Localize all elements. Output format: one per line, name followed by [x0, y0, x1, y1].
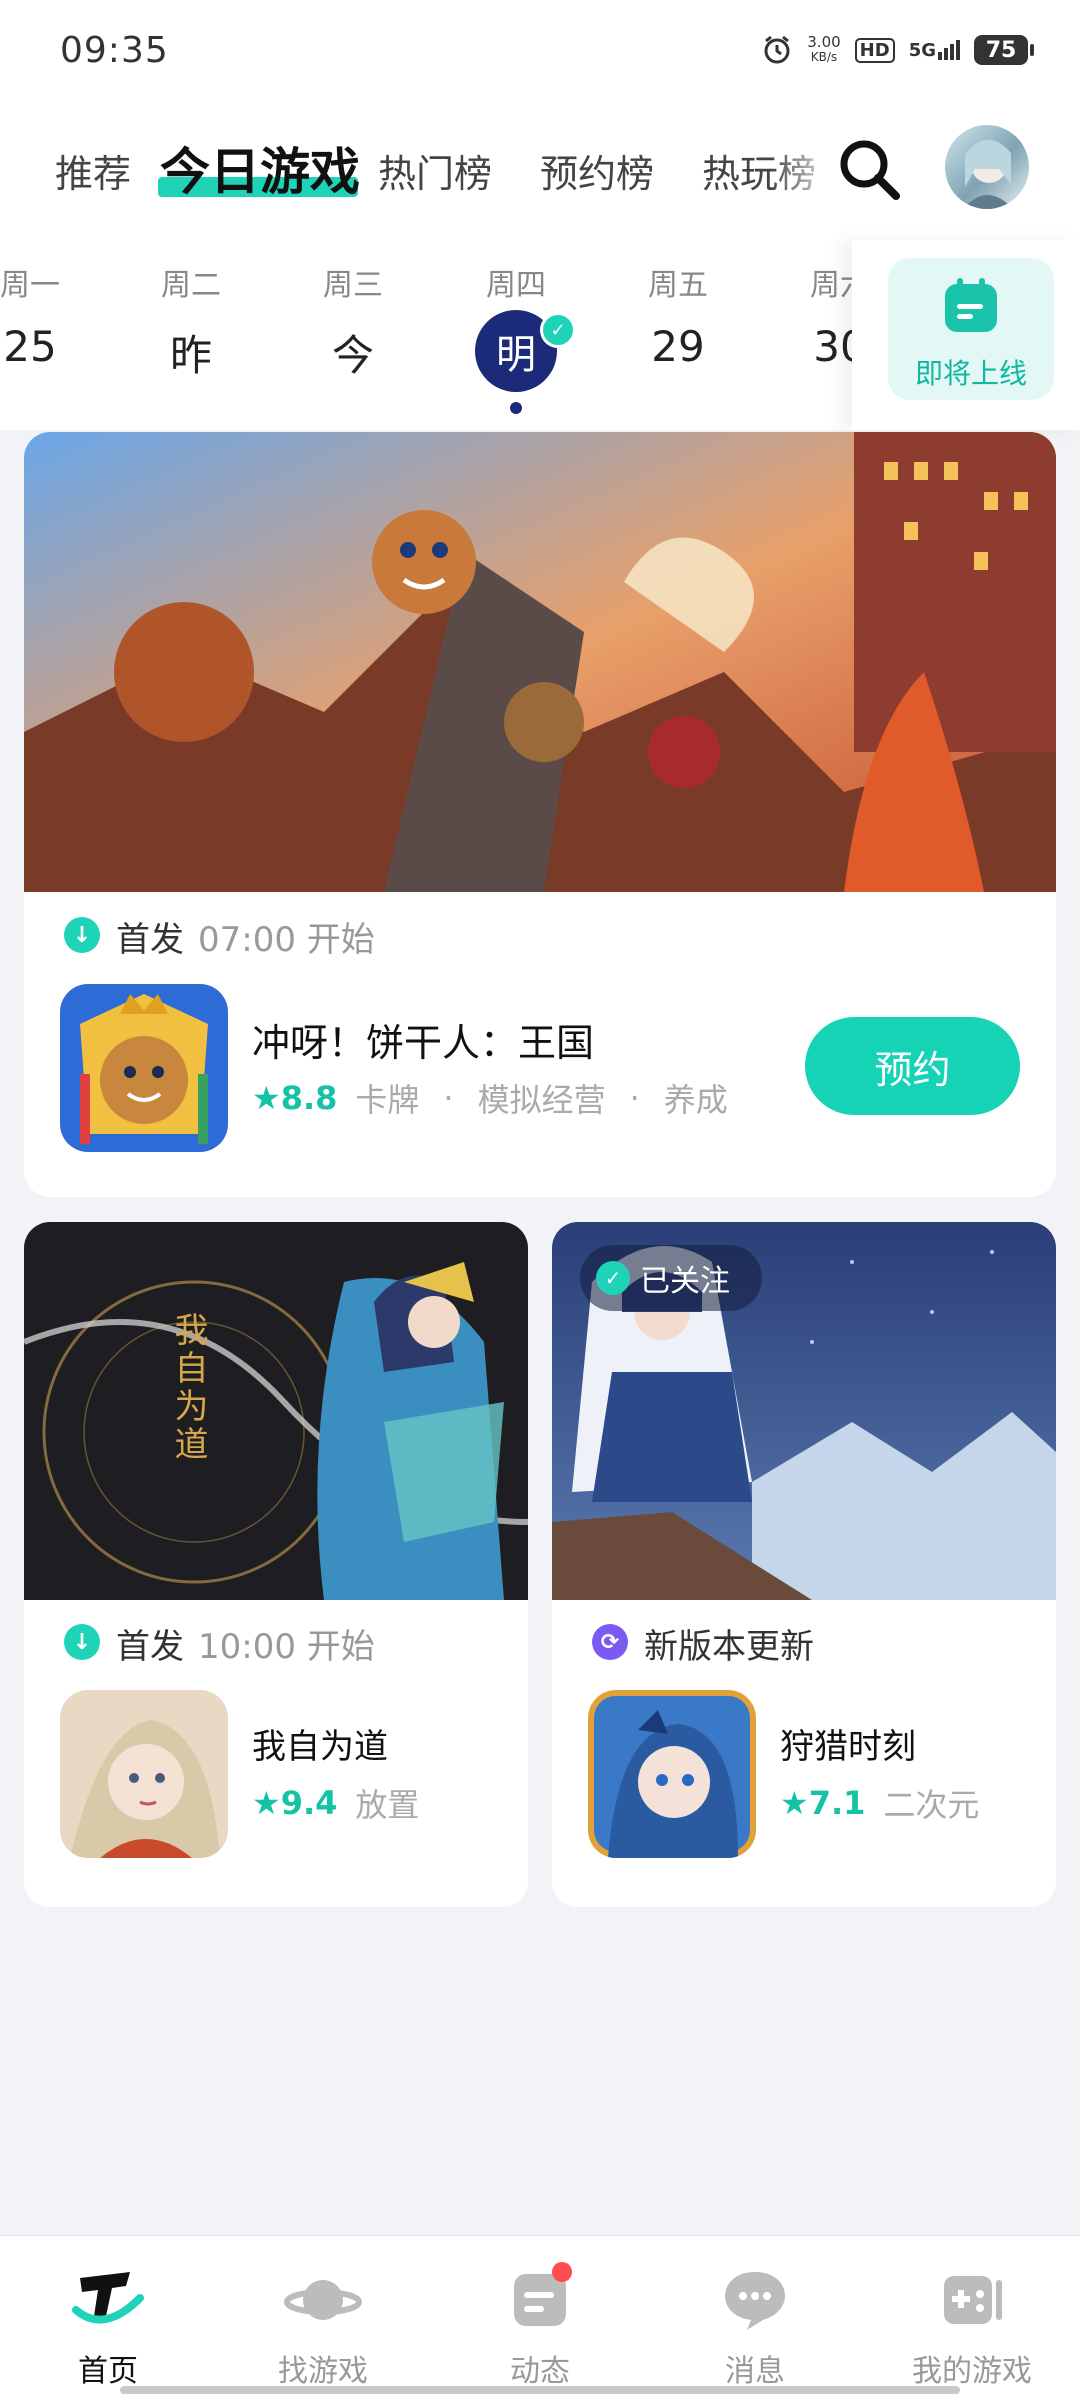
tab-reserve-chart[interactable]: 预约榜 [540, 143, 654, 198]
game-rating: 7.1 [808, 1784, 866, 1822]
check-icon: ✓ [540, 312, 576, 348]
tab-recommend[interactable]: 推荐 [55, 143, 131, 198]
day-tue[interactable]: 昨 [146, 322, 236, 383]
game-meta: ★ 9.4 放置 [252, 1780, 419, 1826]
day-name-wed: 周三 [323, 268, 383, 303]
search-button[interactable] [830, 130, 910, 210]
followed-label: 已关注 [640, 1264, 730, 1299]
separator-dot: · [629, 1079, 640, 1117]
star-icon: ★ [780, 1784, 809, 1822]
download-icon: ↓ [64, 917, 100, 953]
featured-tag-time: 07:00 开始 [198, 920, 375, 960]
day-fri[interactable]: 29 [633, 322, 723, 371]
card-tag: 首发 [116, 1627, 184, 1667]
planet-icon [284, 2280, 362, 2320]
nav-activity[interactable]: 动态 [470, 2262, 610, 2390]
battery-icon: 75 [974, 35, 1034, 65]
selected-day-dot [510, 402, 522, 414]
featured-category: 养成 [663, 1081, 728, 1119]
featured-game-name[interactable]: 冲呀！饼干人：王国 [252, 1012, 594, 1067]
followed-badge[interactable]: ✓ 已关注 [580, 1245, 762, 1311]
gamepad-icon [944, 2276, 1002, 2324]
avatar-image [963, 139, 1013, 209]
day-mon[interactable]: 25 [0, 322, 75, 371]
featured-category: 卡牌 [355, 1081, 420, 1119]
game-card[interactable]: ⟳ 新版本更新 狩猎时刻 ★ 7.1 二次元 [552, 1222, 1056, 1907]
game-meta: ★ 7.1 二次元 [780, 1780, 979, 1826]
nav-find-games[interactable]: 找游戏 [253, 2262, 393, 2390]
search-icon [840, 140, 900, 200]
signal-5g-icon: 5G [909, 40, 960, 60]
reserve-button[interactable]: 预约 [805, 1017, 1020, 1115]
featured-game-icon[interactable] [60, 984, 228, 1152]
net-speed: 3.00 KB/s [807, 33, 841, 65]
nav-activity-label: 动态 [510, 2354, 570, 2389]
game-card[interactable]: 我自为道 ↓ 首发 10:00 开始 我自为道 ★ 9.4 放置 [24, 1222, 528, 1907]
day-name-thu: 周四 [486, 268, 546, 303]
nav-home[interactable]: 首页 [38, 2262, 178, 2390]
game-rating: 9.4 [280, 1784, 338, 1822]
nav-home-label: 首页 [78, 2354, 138, 2389]
nav-messages-label: 消息 [725, 2354, 785, 2389]
separator-dot: · [443, 1079, 454, 1117]
star-icon: ★ [252, 1079, 281, 1117]
tab-hot-chart[interactable]: 热门榜 [378, 143, 492, 198]
download-icon: ↓ [64, 1624, 100, 1660]
featured-rating: 8.8 [280, 1079, 338, 1117]
featured-meta: ★ 8.8 卡牌 · 模拟经营 · 养成 [252, 1075, 728, 1121]
hd-badge: HD [854, 37, 895, 63]
nav-my-games-label: 我的游戏 [912, 2354, 1032, 2389]
status-icons: 3.00 KB/s HD 5G 75 [761, 33, 1034, 66]
nav-find-games-label: 找游戏 [278, 2354, 368, 2389]
day-name-mon: 周一 [0, 268, 60, 303]
alarm-icon [764, 35, 790, 64]
check-circle-icon: ✓ [596, 1261, 630, 1295]
calligraphy-logo: 我自为道 [168, 1312, 208, 1464]
nav-my-games[interactable]: 我的游戏 [902, 2262, 1042, 2390]
gesture-bar [120, 2386, 960, 2394]
calendar-icon [945, 278, 997, 332]
day-name-fri: 周五 [648, 268, 708, 303]
day-wed[interactable]: 今 [308, 322, 398, 383]
day-name-tue: 周二 [161, 268, 221, 303]
upcoming-label: 即将上线 [914, 357, 1027, 390]
status-time: 09:35 [60, 30, 169, 71]
game-banner-image [24, 1222, 528, 1600]
game-name[interactable]: 我自为道 [252, 1719, 388, 1768]
nav-messages[interactable]: 消息 [685, 2262, 825, 2390]
card-tag-time: 10:00 开始 [198, 1627, 375, 1667]
star-icon: ★ [252, 1784, 281, 1822]
game-name[interactable]: 狩猎时刻 [780, 1719, 916, 1768]
card-tag: 新版本更新 [644, 1627, 814, 1667]
game-category: 二次元 [883, 1786, 980, 1824]
activity-icon [514, 2262, 572, 2326]
game-category: 放置 [355, 1786, 420, 1824]
refresh-icon: ⟳ [592, 1624, 628, 1660]
game-icon[interactable] [588, 1690, 756, 1858]
featured-category: 模拟经营 [477, 1081, 606, 1119]
featured-tag: 首发 [116, 920, 184, 960]
featured-banner-image [24, 432, 1056, 892]
tab-today-games[interactable]: 今日游戏 [160, 132, 360, 204]
chat-bubble-icon [725, 2272, 785, 2330]
avatar[interactable] [945, 125, 1029, 209]
game-icon[interactable] [60, 1690, 228, 1858]
home-logo-icon [72, 2272, 144, 2324]
